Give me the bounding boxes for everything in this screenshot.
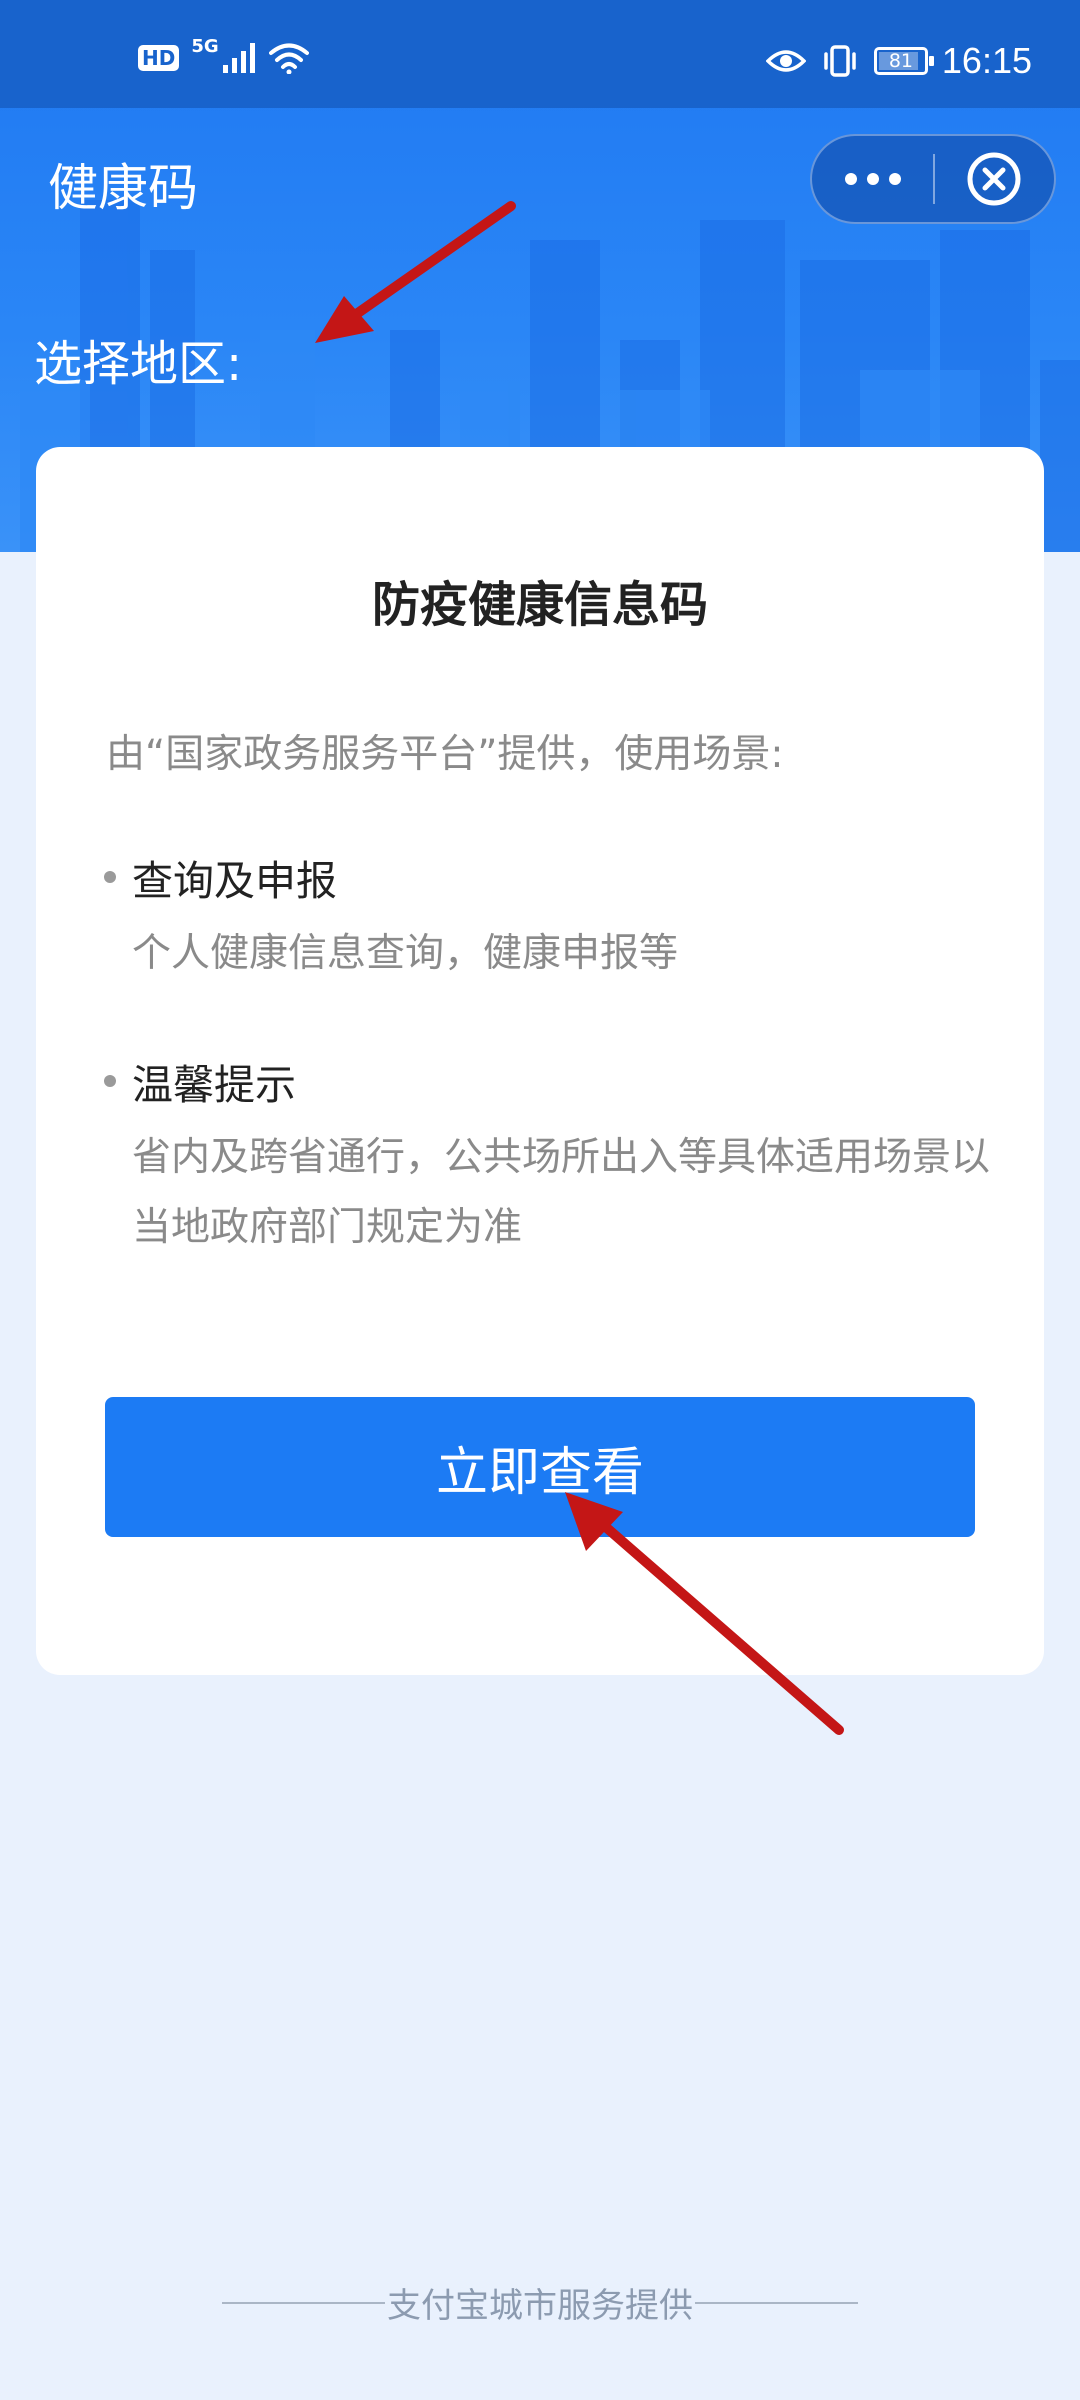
more-dots-icon — [844, 173, 857, 185]
status-bar: HD 5G 81 16:15 — [0, 0, 1080, 108]
status-left: HD 5G — [138, 36, 309, 74]
section-query: 查询及申报 — [104, 847, 337, 907]
more-button[interactable] — [812, 136, 933, 222]
footer: 支付宝城市服务提供 — [222, 2278, 858, 2327]
section-tips: 温馨提示 — [104, 1051, 296, 1111]
section-description: 省内及跨省通行，公共场所出入等具体适用场景以当地政府部门规定为准 — [132, 1135, 991, 1250]
footer-divider-right — [695, 2301, 858, 2304]
bullet-dot — [104, 1075, 116, 1087]
section-title: 查询及申报 — [132, 857, 337, 905]
clock: 16:15 — [941, 40, 1032, 81]
more-dots-icon-dot — [888, 173, 901, 185]
battery-icon: 81 — [873, 47, 934, 75]
close-circle-icon — [967, 152, 1021, 206]
hd-badge: HD — [138, 45, 180, 71]
wifi-icon — [268, 43, 309, 74]
region-selector[interactable]: 选择地区: — [34, 324, 242, 394]
signal-icon — [222, 43, 255, 73]
status-right: 81 16:15 — [765, 40, 1032, 82]
more-dots-icon-dot — [866, 173, 879, 185]
section-title: 温馨提示 — [132, 1061, 296, 1109]
card-title: 防疫健康信息码 — [371, 577, 708, 633]
network-type: 5G — [191, 35, 219, 57]
vibrate-icon — [824, 45, 856, 77]
page-title: 健康码 — [48, 159, 198, 217]
footer-divider-left — [222, 2301, 385, 2304]
bullet-dot — [104, 871, 116, 883]
close-button[interactable] — [935, 136, 1054, 222]
health-code-card: 防疫健康信息码 由“国家政务服务平台”提供，使用场景: 查询及申报 个人健康信息… — [36, 447, 1044, 1675]
mini-program-capsule — [810, 134, 1056, 224]
footer-text: 支付宝城市服务提供 — [387, 2286, 693, 2326]
section-description: 个人健康信息查询，健康申报等 — [132, 931, 679, 976]
battery-level: 81 — [888, 50, 913, 72]
card-subtitle: 由“国家政务服务平台”提供，使用场景: — [106, 732, 784, 777]
view-now-button[interactable]: 立即查看 — [105, 1397, 975, 1537]
eye-icon — [765, 50, 806, 72]
